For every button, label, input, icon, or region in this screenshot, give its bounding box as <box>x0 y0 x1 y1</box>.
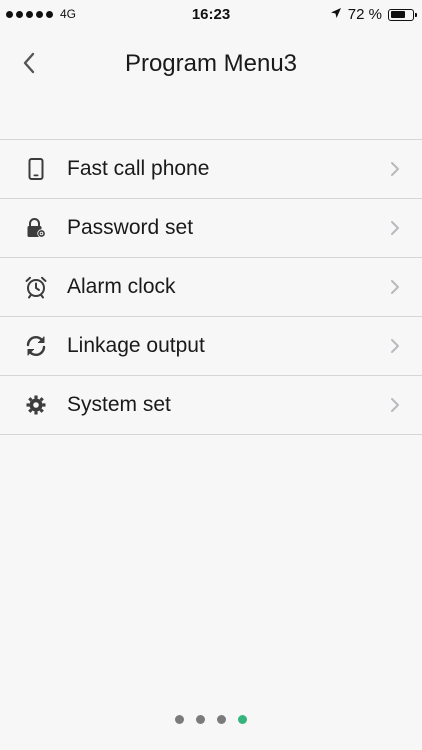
page-dot-2[interactable] <box>196 715 205 724</box>
menu-item-alarm-clock[interactable]: Alarm clock <box>0 258 422 317</box>
page-indicator <box>0 715 422 724</box>
phone-icon <box>24 157 48 181</box>
menu-item-linkage-output[interactable]: Linkage output <box>0 317 422 376</box>
page-dot-1[interactable] <box>175 715 184 724</box>
menu-item-label: Alarm clock <box>67 275 176 298</box>
navigation-bar: Program Menu3 <box>0 30 422 96</box>
gear-icon <box>24 393 48 417</box>
page-dot-4[interactable] <box>238 715 247 724</box>
battery-percent: 72 % <box>347 6 382 23</box>
menu-item-fast-call-phone[interactable]: Fast call phone <box>0 140 422 199</box>
alarm-clock-icon <box>24 275 48 299</box>
chevron-right-icon <box>391 398 399 412</box>
chevron-right-icon <box>391 221 399 235</box>
battery-icon <box>388 8 417 21</box>
menu-item-password-set[interactable]: Password set <box>0 199 422 258</box>
menu-item-label: System set <box>67 393 171 416</box>
page-title: Program Menu3 <box>124 50 298 77</box>
menu-item-system-set[interactable]: System set <box>0 376 422 435</box>
status-bar: 4G 16:23 72 % <box>0 0 422 30</box>
lock-gear-icon <box>24 216 48 240</box>
menu-item-label: Linkage output <box>67 334 205 357</box>
chevron-right-icon <box>391 339 399 353</box>
menu-list: Fast call phone Password set Alarm clock… <box>0 139 422 435</box>
status-right: 72 % <box>330 6 417 23</box>
page-dot-3[interactable] <box>217 715 226 724</box>
menu-item-label: Fast call phone <box>67 157 210 180</box>
chevron-right-icon <box>391 280 399 294</box>
battery-fill <box>390 11 405 18</box>
refresh-icon <box>24 334 48 358</box>
chevron-right-icon <box>391 162 399 176</box>
menu-item-label: Password set <box>67 216 194 239</box>
location-arrow-icon <box>330 6 342 23</box>
